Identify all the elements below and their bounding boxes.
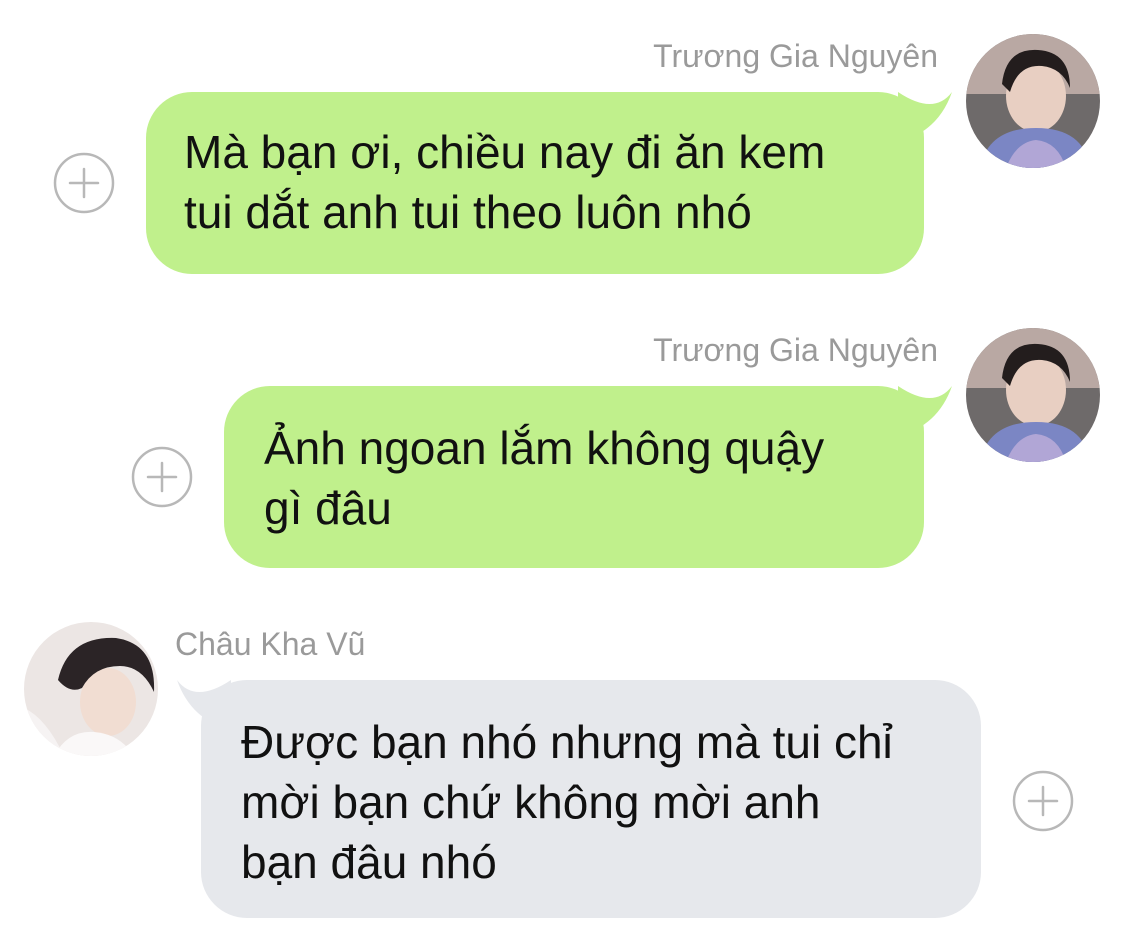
message-text: Mà bạn ơi, chiều nay đi ăn kem tui dắt a…	[184, 126, 826, 238]
sender-name: Trương Gia Nguyên	[653, 332, 938, 368]
message-text: Ảnh ngoan lắm không quậy gì đâu	[264, 422, 825, 534]
sender-avatar[interactable]	[966, 34, 1100, 168]
bubble-tail	[177, 680, 231, 730]
message-text: Được bạn nhó nhưng mà tui chỉ mời bạn ch…	[241, 716, 893, 888]
message-bubble[interactable]: Mà bạn ơi, chiều nay đi ăn kem tui dắt a…	[146, 92, 924, 274]
sender-avatar[interactable]	[966, 328, 1100, 462]
add-reaction-button[interactable]	[1012, 770, 1074, 832]
sender-avatar[interactable]	[24, 622, 158, 756]
plus-circle-icon	[131, 446, 193, 508]
message-bubble[interactable]: Được bạn nhó nhưng mà tui chỉ mời bạn ch…	[201, 680, 981, 918]
message-bubble[interactable]: Ảnh ngoan lắm không quậy gì đâu	[224, 386, 924, 568]
add-reaction-button[interactable]	[53, 152, 115, 214]
plus-circle-icon	[53, 152, 115, 214]
add-reaction-button[interactable]	[131, 446, 193, 508]
bubble-tail	[898, 92, 952, 142]
sender-name: Châu Kha Vũ	[175, 626, 366, 662]
chat-thread: Trương Gia Nguyên Mà bạn ơi, chiều nay đ…	[0, 0, 1125, 934]
plus-circle-icon	[1012, 770, 1074, 832]
sender-name: Trương Gia Nguyên	[653, 38, 938, 74]
bubble-tail	[898, 386, 952, 436]
